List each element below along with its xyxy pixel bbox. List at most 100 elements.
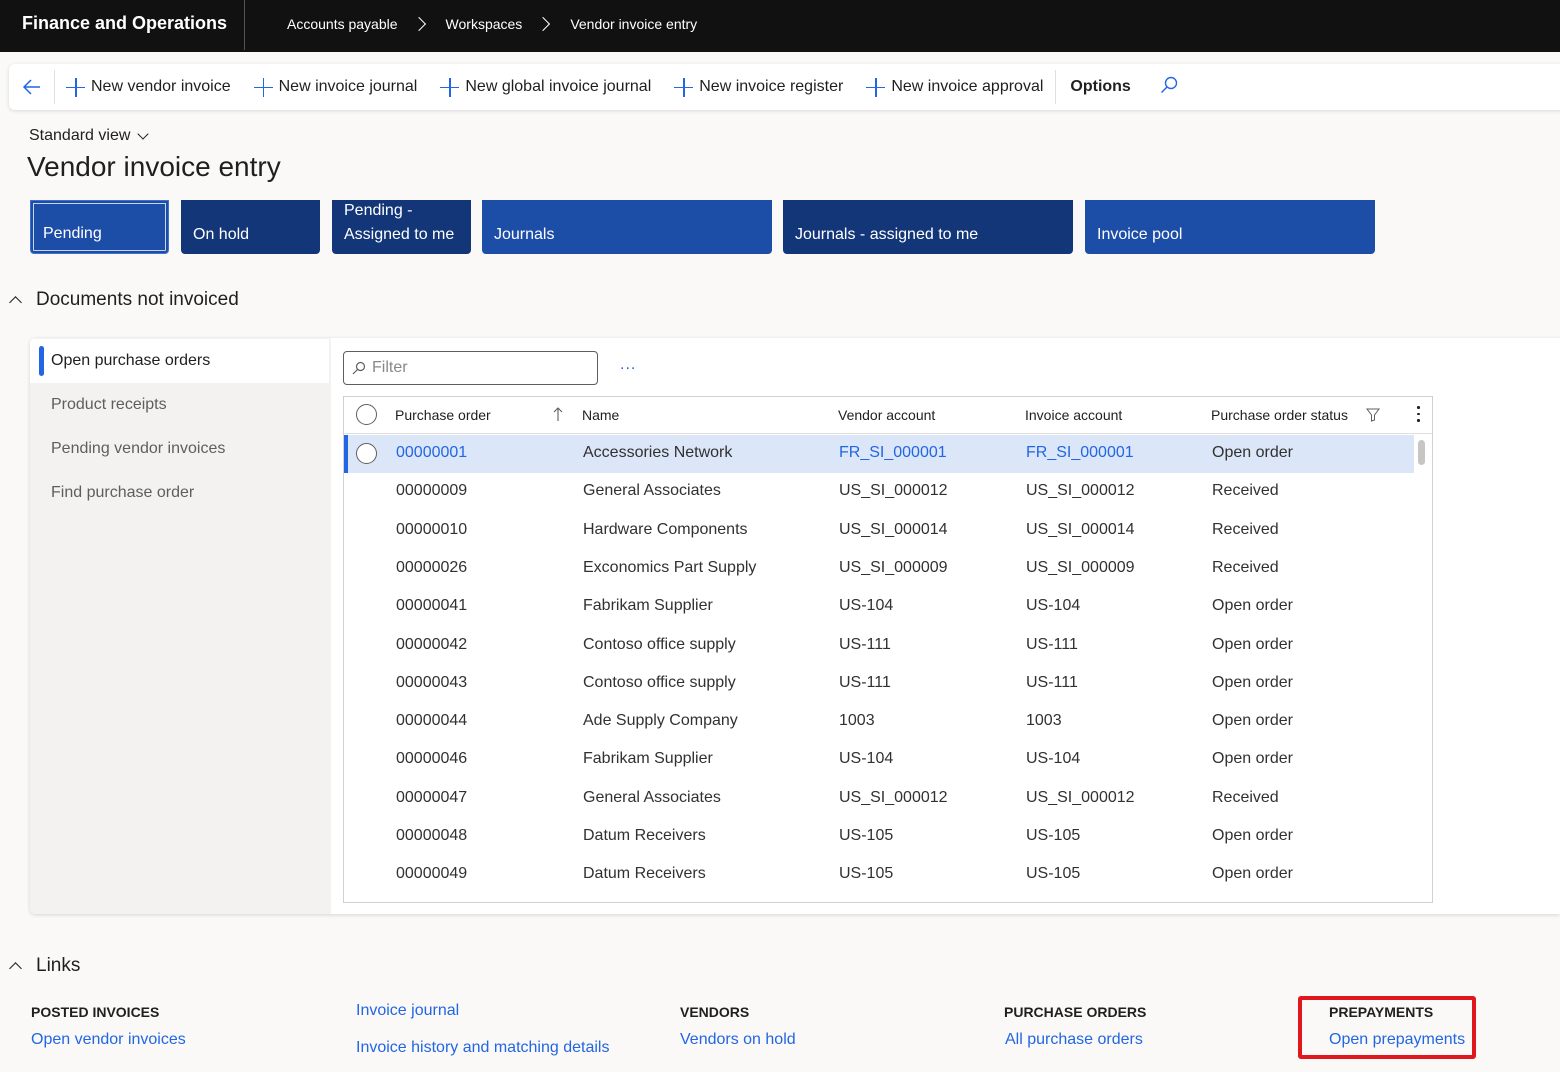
cell-invoice-account: US_SI_000014 xyxy=(1026,520,1135,538)
chevron-up-icon xyxy=(9,962,22,975)
filter-icon[interactable] xyxy=(1366,408,1380,422)
filter-field[interactable] xyxy=(343,351,598,385)
table-row[interactable]: 00000041 Fabrikam Supplier US-104 US-104 Ope… xyxy=(344,588,1414,626)
table-row[interactable]: 00000043 Contoso office supply US-111 US-11… xyxy=(344,665,1414,703)
link-vendors-on-hold[interactable]: Vendors on hold xyxy=(680,1031,796,1049)
nav-open-purchase-orders[interactable]: Open purchase orders xyxy=(30,339,329,383)
new-invoice-approval-button[interactable]: New invoice approval xyxy=(866,77,1044,97)
cell-status: Open order xyxy=(1212,750,1293,768)
cell-status: Open order xyxy=(1212,597,1293,615)
breadcrumb-vendor-invoice-entry[interactable]: Vendor invoice entry xyxy=(570,16,697,32)
cell-vendor-account: US-105 xyxy=(839,865,894,883)
table-row[interactable]: 00000046 Fabrikam Supplier US-104 US-104 Ope… xyxy=(344,741,1414,779)
link-invoice-journal[interactable]: Invoice journal xyxy=(356,1002,459,1020)
link-open-vendor-invoices[interactable]: Open vendor invoices xyxy=(31,1031,186,1049)
tile-invoice-pool[interactable]: Invoice pool xyxy=(1085,200,1375,254)
cell-status: Open order xyxy=(1212,635,1293,653)
link-invoice-history-matching[interactable]: Invoice history and matching details xyxy=(356,1039,609,1057)
link-all-purchase-orders[interactable]: All purchase orders xyxy=(1005,1031,1143,1049)
view-selector[interactable]: Standard view xyxy=(29,127,150,145)
documents-panel: Open purchase orders Product receipts Pe… xyxy=(30,338,1560,914)
cell-purchase-order: 00000044 xyxy=(396,712,468,730)
search-button[interactable] xyxy=(1159,75,1179,100)
cell-name: Hardware Components xyxy=(583,520,748,538)
cell-status: Open order xyxy=(1212,673,1293,691)
cell-vendor-account: US-111 xyxy=(839,673,891,691)
cell-purchase-order: 00000042 xyxy=(396,635,468,653)
cell-name: Accessories Network xyxy=(583,444,733,461)
table-row[interactable]: 00000044 Ade Supply Company 1003 1003 Open o… xyxy=(344,703,1414,741)
table-row[interactable]: 00000026 Exconomics Part Supply US_SI_0000… xyxy=(344,550,1414,588)
filter-input[interactable] xyxy=(372,359,592,377)
table-row[interactable]: 00000047 General Associates US_SI_000012 US… xyxy=(344,780,1414,818)
vendors-heading: VENDORS xyxy=(680,1004,750,1020)
table-row[interactable]: 00000042 Contoso office supply US-111 US-11… xyxy=(344,627,1414,665)
tile-label-line1: Pending - xyxy=(344,202,413,219)
tile-pending-assigned-to-me[interactable]: Pending - Assigned to me xyxy=(332,200,471,254)
table-row[interactable]: 00000049 Datum Receivers US-105 US-105 Open … xyxy=(344,856,1414,894)
cell-name: Datum Receivers xyxy=(583,865,706,883)
plus-icon xyxy=(440,77,460,97)
row-select-radio[interactable] xyxy=(356,443,377,464)
search-icon xyxy=(1160,76,1178,93)
cell-purchase-order[interactable]: 00000001 xyxy=(396,444,467,462)
column-header-invoice-account[interactable]: Invoice account xyxy=(1025,407,1122,423)
cell-status: Open order xyxy=(1212,827,1293,844)
tile-journals-assigned-to-me[interactable]: Journals - assigned to me xyxy=(783,200,1073,254)
cell-purchase-order: 00000046 xyxy=(396,750,468,768)
vertical-scrollbar[interactable] xyxy=(1418,440,1425,465)
new-vendor-invoice-button[interactable]: New vendor invoice xyxy=(66,77,231,97)
tile-journals[interactable]: Journals xyxy=(482,200,772,254)
column-header-name[interactable]: Name xyxy=(582,407,619,423)
column-header-vendor-account[interactable]: Vendor account xyxy=(838,407,935,423)
tile-pending[interactable]: Pending xyxy=(30,200,169,254)
table-row[interactable]: 00000010 Hardware Components US_SI_000014 U… xyxy=(344,512,1414,550)
cell-name: Ade Supply Company xyxy=(583,712,738,730)
tile-label-line2: Assigned to me xyxy=(344,226,455,243)
more-options-button[interactable]: ... xyxy=(620,356,636,374)
cell-status: Received xyxy=(1212,520,1279,538)
cell-vendor-account[interactable]: FR_SI_000001 xyxy=(839,444,947,462)
cell-invoice-account: US-104 xyxy=(1026,597,1081,615)
nav-product-receipts[interactable]: Product receipts xyxy=(30,383,329,427)
sort-ascending-icon[interactable] xyxy=(552,406,564,422)
plus-icon xyxy=(66,77,85,97)
tile-label: Journals xyxy=(494,226,555,243)
select-all-radio[interactable] xyxy=(356,404,377,425)
back-button[interactable] xyxy=(9,70,55,104)
new-invoice-journal-button[interactable]: New invoice journal xyxy=(253,77,417,97)
tile-label: Journals - assigned to me xyxy=(795,226,979,243)
table-row[interactable]: 00000009 General Associates US_SI_000012 US… xyxy=(344,473,1414,511)
nav-find-purchase-order[interactable]: Find purchase order xyxy=(30,471,329,515)
app-title[interactable]: Finance and Operations xyxy=(22,13,227,34)
cell-status: Received xyxy=(1212,558,1279,576)
nav-pending-vendor-invoices[interactable]: Pending vendor invoices xyxy=(30,427,329,471)
page-title: Vendor invoice entry xyxy=(27,151,281,182)
cell-name: Fabrikam Supplier xyxy=(583,750,713,768)
more-vertical-icon[interactable] xyxy=(1417,406,1421,424)
tile-on-hold[interactable]: On hold xyxy=(181,200,320,254)
options-button[interactable]: Options xyxy=(1070,78,1130,96)
breadcrumb-workspaces[interactable]: Workspaces xyxy=(446,16,523,32)
table-row[interactable]: 00000001 Accessories Network FR_SI_000001 F… xyxy=(344,435,1414,473)
links-section-header[interactable]: Links xyxy=(9,955,80,977)
column-header-purchase-order-status[interactable]: Purchase order status xyxy=(1211,407,1348,423)
cell-invoice-account: US_SI_000012 xyxy=(1026,482,1135,500)
new-global-invoice-journal-button[interactable]: New global invoice journal xyxy=(440,77,651,97)
cell-name: General Associates xyxy=(583,788,721,806)
cell-invoice-account[interactable]: FR_SI_000001 xyxy=(1026,444,1134,462)
tile-label: Invoice pool xyxy=(1097,226,1183,243)
column-header-purchase-order[interactable]: Purchase order xyxy=(395,407,491,423)
topbar-divider xyxy=(244,0,245,50)
cell-vendor-account: US_SI_000012 xyxy=(839,482,948,500)
new-invoice-register-button[interactable]: New invoice register xyxy=(674,77,843,97)
table-row[interactable]: 00000048 Datum Receivers US-105 US-105 Open … xyxy=(344,818,1414,856)
documents-section-header[interactable]: Documents not invoiced xyxy=(9,289,239,311)
cell-purchase-order: 00000010 xyxy=(396,520,468,538)
action-label: New invoice approval xyxy=(891,78,1044,95)
breadcrumb-accounts-payable[interactable]: Accounts payable xyxy=(287,16,398,32)
cell-invoice-account: 1003 xyxy=(1026,712,1062,730)
purchase-orders-grid: Purchase order Name Vendor account Invoi… xyxy=(343,396,1433,903)
plus-icon xyxy=(253,77,273,97)
cell-invoice-account: US-104 xyxy=(1026,750,1081,768)
